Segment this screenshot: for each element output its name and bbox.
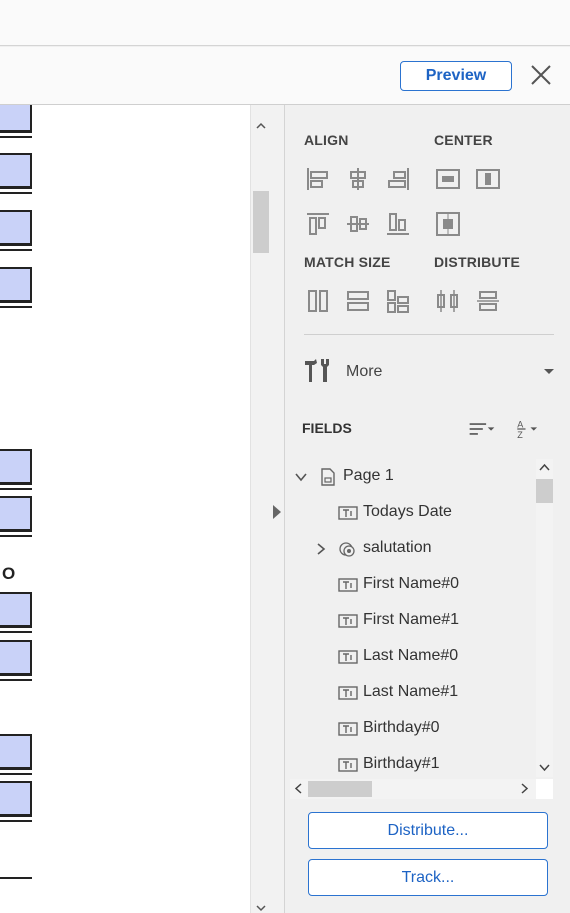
document-canvas: O: [0, 105, 250, 913]
form-field-box[interactable]: [0, 496, 32, 532]
scrollbar-thumb[interactable]: [308, 781, 372, 797]
center-vertically-icon[interactable]: [474, 165, 502, 193]
tools-icon: [302, 355, 334, 387]
text-field-icon: [338, 576, 358, 594]
text-field-icon: [338, 756, 358, 774]
match-size-title: MATCH SIZE: [304, 254, 391, 270]
tree-item-field[interactable]: Todays Date: [290, 495, 536, 531]
chevron-down-icon[interactable]: [294, 470, 308, 484]
tree-item-label: Todays Date: [363, 503, 452, 520]
text-field-icon: [338, 720, 358, 738]
text-field-icon: [338, 612, 358, 630]
align-horizontal-center-icon[interactable]: [344, 165, 372, 193]
tree-item-field[interactable]: Birthday#1: [290, 747, 536, 777]
tree-item-label: Last Name#0: [363, 647, 459, 664]
svg-text:Z: Z: [517, 430, 523, 440]
tree-item-label: Page 1: [343, 467, 394, 484]
center-both-icon[interactable]: [434, 210, 462, 238]
chevron-down-icon: [544, 369, 554, 374]
tree-item-label: First Name#1: [363, 611, 460, 628]
scrollbar-thumb[interactable]: [253, 191, 269, 253]
distribute-title: DISTRIBUTE: [434, 254, 520, 270]
text-field-icon: [338, 648, 358, 666]
fields-tree-hscrollbar[interactable]: [290, 779, 536, 799]
sort-order-icon[interactable]: [468, 415, 502, 443]
form-field-box[interactable]: [0, 592, 32, 628]
form-field-box[interactable]: [0, 267, 32, 303]
text-field-icon: [338, 504, 358, 522]
document-text: O: [2, 564, 16, 583]
collapse-panel-icon[interactable]: [273, 505, 281, 519]
tree-item-field[interactable]: Birthday#0: [290, 711, 536, 747]
tree-item-field[interactable]: First Name#0: [290, 567, 536, 603]
document-underline: [0, 877, 32, 879]
scroll-up-icon[interactable]: [255, 119, 267, 131]
align-top-icon[interactable]: [304, 210, 332, 238]
radio-button-icon: [338, 540, 358, 558]
chevron-right-icon[interactable]: [314, 542, 328, 556]
match-both-icon[interactable]: [384, 287, 412, 315]
fields-title: FIELDS: [302, 420, 352, 436]
tree-item-label: salutation: [363, 539, 432, 556]
distribute-vertically-icon[interactable]: [474, 287, 502, 315]
scroll-up-icon[interactable]: [538, 461, 551, 474]
tree-item-label: First Name#0: [363, 575, 460, 592]
tree-item-label: Birthday#1: [363, 755, 440, 772]
document-scrollbar[interactable]: [250, 105, 270, 913]
scroll-down-icon[interactable]: [538, 761, 551, 774]
panel-divider: [304, 334, 554, 335]
form-toolbar: Preview: [0, 47, 570, 105]
panel-collapse-bar: [270, 105, 285, 913]
tree-item-field[interactable]: Last Name#1: [290, 675, 536, 711]
align-left-icon[interactable]: [304, 165, 332, 193]
scroll-down-icon[interactable]: [255, 901, 267, 913]
preview-button[interactable]: Preview: [400, 61, 512, 91]
more-tools-dropdown[interactable]: More: [302, 355, 554, 387]
tree-item-page-1[interactable]: Page 1: [290, 459, 536, 495]
form-field-box[interactable]: [0, 734, 32, 770]
align-vertical-center-icon[interactable]: [344, 210, 372, 238]
form-field-box[interactable]: [0, 153, 32, 189]
tree-item-label: Last Name#1: [363, 683, 459, 700]
scroll-left-icon[interactable]: [292, 782, 305, 795]
fields-tree-scrollbar[interactable]: [536, 459, 553, 777]
scrollbar-thumb[interactable]: [536, 479, 553, 503]
text-field-icon: [338, 684, 358, 702]
align-title: ALIGN: [304, 132, 349, 148]
form-field-box[interactable]: [0, 781, 32, 817]
fields-tree: Page 1 Todays Date salutation First Name…: [290, 459, 536, 777]
sort-alphabetical-icon[interactable]: AZ: [514, 415, 548, 443]
track-button[interactable]: Track...: [308, 859, 548, 896]
tree-item-field[interactable]: Last Name#0: [290, 639, 536, 675]
form-field-box[interactable]: [0, 105, 32, 133]
page-icon: [318, 468, 338, 486]
svg-text:A: A: [517, 419, 524, 429]
match-height-icon[interactable]: [304, 287, 332, 315]
more-label: More: [346, 363, 383, 380]
form-field-box[interactable]: [0, 640, 32, 676]
right-panel: ALIGN CENTER MATCH SIZE DISTRIBUTE More …: [286, 105, 570, 913]
center-title: CENTER: [434, 132, 493, 148]
tree-item-label: Birthday#0: [363, 719, 440, 736]
top-bar: [0, 0, 570, 46]
center-horizontally-icon[interactable]: [434, 165, 462, 193]
align-right-icon[interactable]: [384, 165, 412, 193]
scroll-right-icon[interactable]: [518, 782, 531, 795]
distribute-horizontally-icon[interactable]: [434, 287, 462, 315]
close-icon[interactable]: [529, 63, 553, 87]
match-width-icon[interactable]: [344, 287, 372, 315]
form-field-box[interactable]: [0, 449, 32, 485]
tree-item-radio-group[interactable]: salutation: [290, 531, 536, 567]
form-field-box[interactable]: [0, 210, 32, 246]
distribute-button[interactable]: Distribute...: [308, 812, 548, 849]
scrollbar-corner: [536, 779, 553, 799]
tree-item-field[interactable]: First Name#1: [290, 603, 536, 639]
align-bottom-icon[interactable]: [384, 210, 412, 238]
